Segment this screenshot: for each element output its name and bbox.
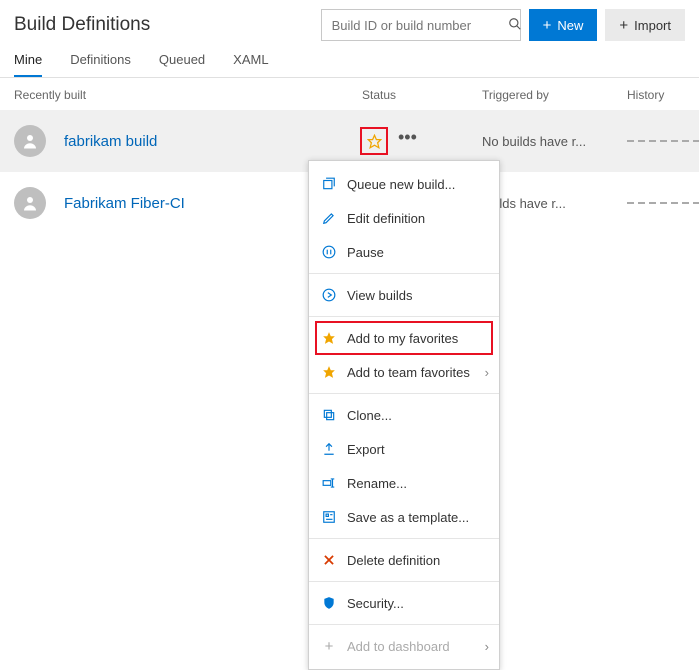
menu-label: View builds — [347, 288, 413, 303]
build-link[interactable]: fabrikam build — [64, 133, 294, 150]
menu-separator — [309, 393, 499, 394]
menu-label: Pause — [347, 245, 384, 260]
menu-label: Export — [347, 442, 385, 457]
menu-separator — [309, 624, 499, 625]
queue-icon — [321, 176, 337, 192]
tab-xaml[interactable]: XAML — [233, 52, 268, 77]
delete-icon — [321, 552, 337, 568]
favorite-star-button[interactable] — [362, 129, 386, 153]
tab-queued[interactable]: Queued — [159, 52, 205, 77]
template-icon — [321, 509, 337, 525]
avatar — [14, 125, 46, 157]
rename-icon — [321, 475, 337, 491]
menu-add-to-dashboard: + Add to dashboard › — [309, 629, 499, 663]
arrow-right-icon — [321, 287, 337, 303]
menu-label: Add to dashboard — [347, 639, 450, 654]
menu-label: Save as a template... — [347, 510, 469, 525]
chevron-right-icon: › — [485, 639, 489, 654]
tab-definitions[interactable]: Definitions — [70, 52, 131, 77]
menu-delete-definition[interactable]: Delete definition — [309, 543, 499, 577]
col-name: Recently built — [14, 88, 362, 102]
import-button[interactable]: + Import — [605, 9, 685, 41]
copy-icon — [321, 407, 337, 423]
history-sparkline — [627, 140, 699, 142]
avatar — [14, 187, 46, 219]
menu-add-my-favorites[interactable]: Add to my favorites — [309, 321, 499, 355]
pencil-icon — [321, 210, 337, 226]
triggered-by: builds have r... — [482, 196, 627, 211]
search-icon — [508, 17, 522, 34]
col-status: Status — [362, 88, 482, 102]
menu-label: Security... — [347, 596, 404, 611]
menu-rename[interactable]: Rename... — [309, 466, 499, 500]
menu-clone[interactable]: Clone... — [309, 398, 499, 432]
search-box[interactable] — [321, 9, 521, 41]
page-title: Build Definitions — [14, 14, 150, 36]
menu-label: Rename... — [347, 476, 407, 491]
star-icon — [321, 364, 337, 380]
triggered-by: No builds have r... — [482, 134, 627, 149]
new-button[interactable]: + New — [529, 9, 598, 41]
col-history: History — [627, 88, 685, 102]
col-triggered: Triggered by — [482, 88, 627, 102]
shield-icon — [321, 595, 337, 611]
more-actions-button[interactable]: ••• — [394, 128, 421, 146]
history-sparkline — [627, 202, 699, 204]
context-menu: Queue new build... Edit definition Pause… — [308, 160, 500, 670]
pause-icon — [321, 244, 337, 260]
menu-queue-new-build[interactable]: Queue new build... — [309, 167, 499, 201]
build-link[interactable]: Fabrikam Fiber-CI — [64, 195, 294, 212]
menu-separator — [309, 273, 499, 274]
plus-icon: + — [619, 18, 628, 33]
menu-separator — [309, 538, 499, 539]
star-icon — [321, 330, 337, 346]
plus-icon: + — [543, 18, 552, 33]
tab-bar: Mine Definitions Queued XAML — [0, 44, 699, 78]
export-icon — [321, 441, 337, 457]
menu-label: Queue new build... — [347, 177, 455, 192]
import-button-label: Import — [634, 18, 671, 33]
chevron-right-icon: › — [485, 365, 489, 380]
menu-save-template[interactable]: Save as a template... — [309, 500, 499, 534]
menu-separator — [309, 581, 499, 582]
menu-pause[interactable]: Pause — [309, 235, 499, 269]
menu-view-builds[interactable]: View builds — [309, 278, 499, 312]
menu-separator — [309, 316, 499, 317]
menu-edit-definition[interactable]: Edit definition — [309, 201, 499, 235]
tab-mine[interactable]: Mine — [14, 52, 42, 77]
search-input[interactable] — [332, 18, 508, 33]
new-button-label: New — [557, 18, 583, 33]
menu-security[interactable]: Security... — [309, 586, 499, 620]
menu-label: Edit definition — [347, 211, 425, 226]
menu-export[interactable]: Export — [309, 432, 499, 466]
menu-label: Add to my favorites — [347, 331, 458, 346]
column-headers: Recently built Status Triggered by Histo… — [0, 78, 699, 110]
plus-icon: + — [321, 638, 337, 654]
menu-label: Add to team favorites — [347, 365, 470, 380]
menu-add-team-favorites[interactable]: Add to team favorites › — [309, 355, 499, 389]
menu-label: Clone... — [347, 408, 392, 423]
menu-label: Delete definition — [347, 553, 440, 568]
